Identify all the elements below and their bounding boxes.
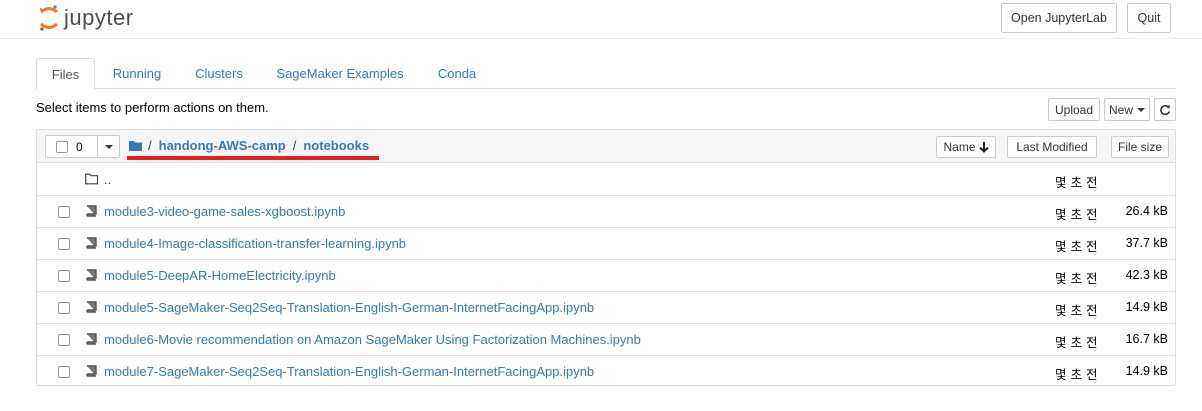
select-all-checkbox[interactable] [56,140,68,153]
file-size: 14.9 kB [1125,300,1168,314]
selected-count: 0 [76,139,83,154]
breadcrumb-notebooks[interactable]: notebooks [303,138,369,153]
file-checkbox[interactable] [58,334,70,346]
last-modified: 몇 초 전 [1055,271,1098,286]
file-size: 26.4 kB [1125,204,1168,218]
tab-running[interactable]: Running [100,58,174,89]
sort-by-name-button[interactable]: Name [936,136,996,158]
select-menu-toggle[interactable] [98,136,119,157]
file-row[interactable]: module4-Image-classification-transfer-le… [37,228,1175,260]
file-list: .. 몇 초 전 module3-video-game-sales-xgboos… [37,164,1175,386]
breadcrumb-handong-aws-camp[interactable]: handong-AWS-camp [159,138,286,153]
tab-conda[interactable]: Conda [426,58,488,89]
file-row[interactable]: module7-SageMaker-Seq2Seq-Translation-En… [37,356,1175,388]
refresh-button[interactable] [1154,98,1176,121]
file-checkbox[interactable] [58,302,70,314]
file-size: 42.3 kB [1125,268,1168,282]
refresh-icon [1160,104,1171,115]
file-size: 16.7 kB [1125,332,1168,346]
breadcrumb: / handong-AWS-camp / notebooks [129,138,369,153]
last-modified: 몇 초 전 [1055,367,1098,382]
last-modified: 몇 초 전 [1055,335,1098,350]
file-checkbox[interactable] [58,206,70,218]
quit-button[interactable]: Quit [1127,3,1171,33]
parent-directory-link[interactable]: .. [104,172,111,187]
chevron-down-icon [1137,107,1145,112]
instructions-text: Select items to perform actions on them. [36,100,269,115]
file-name-link[interactable]: module7-SageMaker-Seq2Seq-Translation-En… [104,364,594,379]
last-modified: 몇 초 전 [1055,303,1098,318]
folder-icon[interactable] [129,140,142,151]
file-checkbox[interactable] [58,270,70,282]
jupyter-logo[interactable]: jupyter [38,4,134,32]
new-dropdown-button[interactable]: New [1104,98,1150,121]
file-name-link[interactable]: module5-SageMaker-Seq2Seq-Translation-En… [104,300,594,315]
file-name-link[interactable]: module6-Movie recommendation on Amazon S… [104,332,641,347]
file-row[interactable]: module6-Movie recommendation on Amazon S… [37,324,1175,356]
top-header: jupyter Open JupyterLab Quit [0,0,1202,39]
file-name-link[interactable]: module3-video-game-sales-xgboost.ipynb [104,204,345,219]
notebook-icon [86,237,97,249]
notebook-icon [86,301,97,313]
parent-directory-row[interactable]: .. 몇 초 전 [37,164,1175,196]
file-row[interactable]: module5-DeepAR-HomeElectricity.ipynb 몇 초… [37,260,1175,292]
file-name-link[interactable]: module4-Image-classification-transfer-le… [104,236,406,251]
chevron-down-icon [104,144,113,149]
file-name-link[interactable]: module5-DeepAR-HomeElectricity.ipynb [104,268,336,283]
open-jupyterlab-button[interactable]: Open JupyterLab [1001,3,1117,33]
file-size: 37.7 kB [1125,236,1168,250]
upload-button[interactable]: Upload [1048,98,1100,121]
sort-by-last-modified-button[interactable]: Last Modified [1007,136,1097,158]
tab-files[interactable]: Files [36,58,95,90]
file-checkbox[interactable] [58,366,70,378]
new-label: New [1108,102,1133,117]
sort-name-label: Name [943,140,976,154]
file-row[interactable]: module5-SageMaker-Seq2Seq-Translation-En… [37,292,1175,324]
notebook-icon [86,269,97,281]
notebook-icon [86,205,97,217]
file-checkbox[interactable] [58,238,70,250]
file-list-header: 0 / handong-AWS-camp / notebooks Name La… [37,130,1175,163]
breadcrumb-separator: / [292,138,297,153]
breadcrumb-separator: / [148,138,152,153]
notebook-icon [86,365,97,377]
sort-by-file-size-button[interactable]: File size [1111,136,1169,158]
file-row[interactable]: module3-video-game-sales-xgboost.ipynb 몇… [37,196,1175,228]
annotation-underline [127,156,379,160]
tab-sagemaker-examples[interactable]: SageMaker Examples [264,58,416,89]
tab-clusters[interactable]: Clusters [182,58,256,89]
last-modified: 몇 초 전 [1055,175,1098,190]
last-modified: 몇 초 전 [1055,207,1098,222]
folder-open-icon [85,173,99,185]
notebook-icon [86,333,97,345]
file-size: 14.9 kB [1125,364,1168,378]
last-modified: 몇 초 전 [1055,239,1098,254]
jupyter-logo-icon [39,5,58,31]
tab-bar: Files Running Clusters SageMaker Example… [36,58,1176,90]
arrow-down-icon [978,141,989,153]
logo-text: jupyter [64,5,134,30]
file-list-panel: 0 / handong-AWS-camp / notebooks Name La… [36,129,1176,386]
select-all-control[interactable]: 0 [45,135,120,158]
